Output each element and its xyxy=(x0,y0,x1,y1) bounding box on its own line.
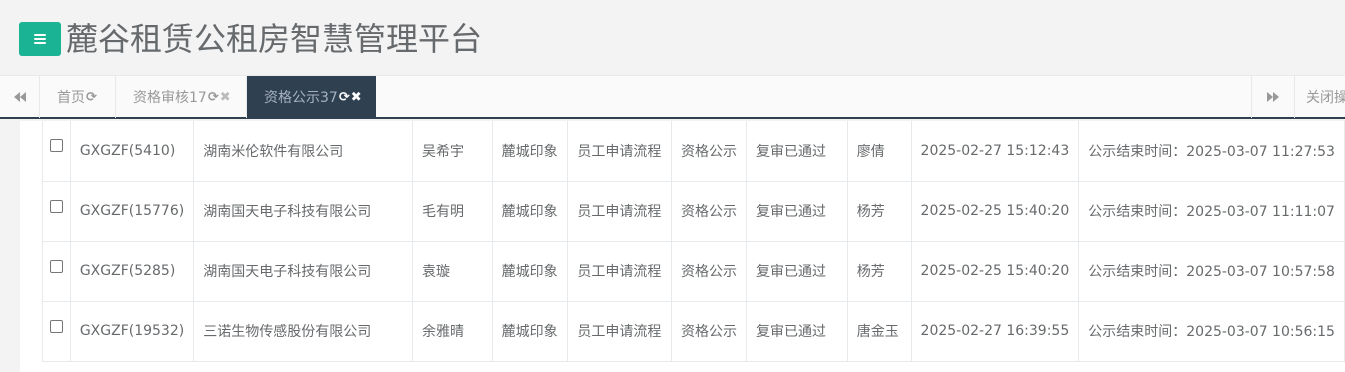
refresh-icon[interactable]: ⟳ xyxy=(339,90,350,105)
tab-qualification-publicity[interactable]: 资格公示37 ⟳ ✖ xyxy=(247,76,376,118)
row-select-cell xyxy=(42,180,71,242)
row-stage: 资格公示 xyxy=(671,180,748,242)
row-project: 麓城印象 xyxy=(491,180,569,242)
double-chevron-left-icon xyxy=(13,92,26,102)
row-applicant-name: 吴希宇 xyxy=(412,121,493,182)
row-operator: 唐金玉 xyxy=(846,300,912,362)
close-icon[interactable]: ✖ xyxy=(351,90,362,105)
hamburger-icon xyxy=(34,34,46,44)
hamburger-menu-button[interactable] xyxy=(19,22,61,56)
row-status: 复审已通过 xyxy=(746,121,848,182)
refresh-icon[interactable]: ⟳ xyxy=(208,90,219,105)
tab-label: 资格审核17 xyxy=(133,90,207,106)
close-operations-menu[interactable]: 关闭操 xyxy=(1306,76,1345,118)
row-stage: 资格公示 xyxy=(671,240,748,302)
row-checkbox[interactable] xyxy=(49,319,63,333)
table-panel: GXGZF(5410) 湖南米伦软件有限公司 吴希宇 麓城印象 员工申请流程 资格公示 复审… xyxy=(20,121,1345,372)
row-stage: 资格公示 xyxy=(671,121,748,182)
row-checkbox[interactable] xyxy=(49,199,63,213)
row-code: GXGZF(19532) xyxy=(69,300,195,362)
content-area: GXGZF(5410) 湖南米伦软件有限公司 吴希宇 麓城印象 员工申请流程 资格公示 复审… xyxy=(0,121,1345,372)
row-time: 2025-02-25 15:40:20 xyxy=(910,180,1080,242)
close-icon[interactable]: ✖ xyxy=(220,90,231,105)
row-checkbox[interactable] xyxy=(49,259,63,273)
row-company: 湖南国天电子科技有限公司 xyxy=(193,240,414,302)
tab-bar: 首页 ⟳ 资格审核17 ⟳ ✖ 资格公示37 ⟳ ✖ 关闭操 xyxy=(0,75,1345,119)
row-operator: 杨芳 xyxy=(846,180,912,242)
row-applicant-name: 毛有明 xyxy=(412,180,493,242)
row-code: GXGZF(5410) xyxy=(69,121,195,182)
app-title: 麓谷租赁公租房智慧管理平台 xyxy=(66,20,483,58)
row-code: GXGZF(5285) xyxy=(69,240,195,302)
row-status: 复审已通过 xyxy=(746,240,848,302)
row-status: 复审已通过 xyxy=(746,300,848,362)
row-operator: 杨芳 xyxy=(846,240,912,302)
double-chevron-right-icon xyxy=(1267,92,1279,102)
row-flow: 员工申请流程 xyxy=(567,180,673,242)
tab-qualification-review[interactable]: 资格审核17 ⟳ ✖ xyxy=(116,76,247,118)
row-flow: 员工申请流程 xyxy=(567,300,673,362)
row-project: 麓城印象 xyxy=(491,300,569,362)
row-operator: 廖倩 xyxy=(846,121,912,182)
tab-scroll-left-button[interactable] xyxy=(0,76,40,118)
tab-label: 首页 xyxy=(57,90,85,106)
row-applicant-name: 袁璇 xyxy=(412,240,493,302)
row-stage: 资格公示 xyxy=(671,300,748,362)
tab-label: 资格公示37 xyxy=(264,90,338,106)
row-project: 麓城印象 xyxy=(491,240,569,302)
table-row: GXGZF(15776) 湖南国天电子科技有限公司 毛有明 麓城印象 员工申请流程 资格公… xyxy=(42,180,1345,242)
row-publicity-end: 公示结束时间：2025-03-07 10:57:58 xyxy=(1078,240,1345,302)
tab-home[interactable]: 首页 ⟳ xyxy=(40,76,116,118)
refresh-icon[interactable]: ⟳ xyxy=(86,90,97,105)
row-select-cell xyxy=(42,121,71,182)
row-company: 湖南米伦软件有限公司 xyxy=(193,121,414,182)
row-flow: 员工申请流程 xyxy=(567,121,673,182)
row-select-cell xyxy=(42,300,71,362)
table-row: GXGZF(5410) 湖南米伦软件有限公司 吴希宇 麓城印象 员工申请流程 资格公示 复审… xyxy=(42,121,1345,182)
row-checkbox[interactable] xyxy=(49,139,63,153)
row-applicant-name: 余雅晴 xyxy=(412,300,493,362)
table-row: GXGZF(19532) 三诺生物传感股份有限公司 余雅晴 麓城印象 员工申请流程 资格公… xyxy=(42,300,1345,362)
row-time: 2025-02-27 15:12:43 xyxy=(910,121,1080,182)
data-table: GXGZF(5410) 湖南米伦软件有限公司 吴希宇 麓城印象 员工申请流程 资格公示 复审… xyxy=(42,121,1345,362)
row-flow: 员工申请流程 xyxy=(567,240,673,302)
row-project: 麓城印象 xyxy=(491,121,569,182)
row-company: 湖南国天电子科技有限公司 xyxy=(193,180,414,242)
row-publicity-end: 公示结束时间：2025-03-07 10:56:15 xyxy=(1078,300,1345,362)
row-time: 2025-02-25 15:40:20 xyxy=(910,240,1080,302)
header: 麓谷租赁公租房智慧管理平台 xyxy=(0,0,1345,75)
row-status: 复审已通过 xyxy=(746,180,848,242)
row-select-cell xyxy=(42,240,71,302)
row-code: GXGZF(15776) xyxy=(69,180,195,242)
table-row: GXGZF(5285) 湖南国天电子科技有限公司 袁璇 麓城印象 员工申请流程 资格公示复… xyxy=(42,240,1345,302)
row-time: 2025-02-27 16:39:55 xyxy=(910,300,1080,362)
row-publicity-end: 公示结束时间：2025-03-07 11:11:07 xyxy=(1078,180,1345,242)
row-publicity-end: 公示结束时间：2025-03-07 11:27:53 xyxy=(1078,121,1345,182)
tab-scroll-right-button[interactable] xyxy=(1251,76,1295,118)
row-company: 三诺生物传感股份有限公司 xyxy=(193,300,414,362)
